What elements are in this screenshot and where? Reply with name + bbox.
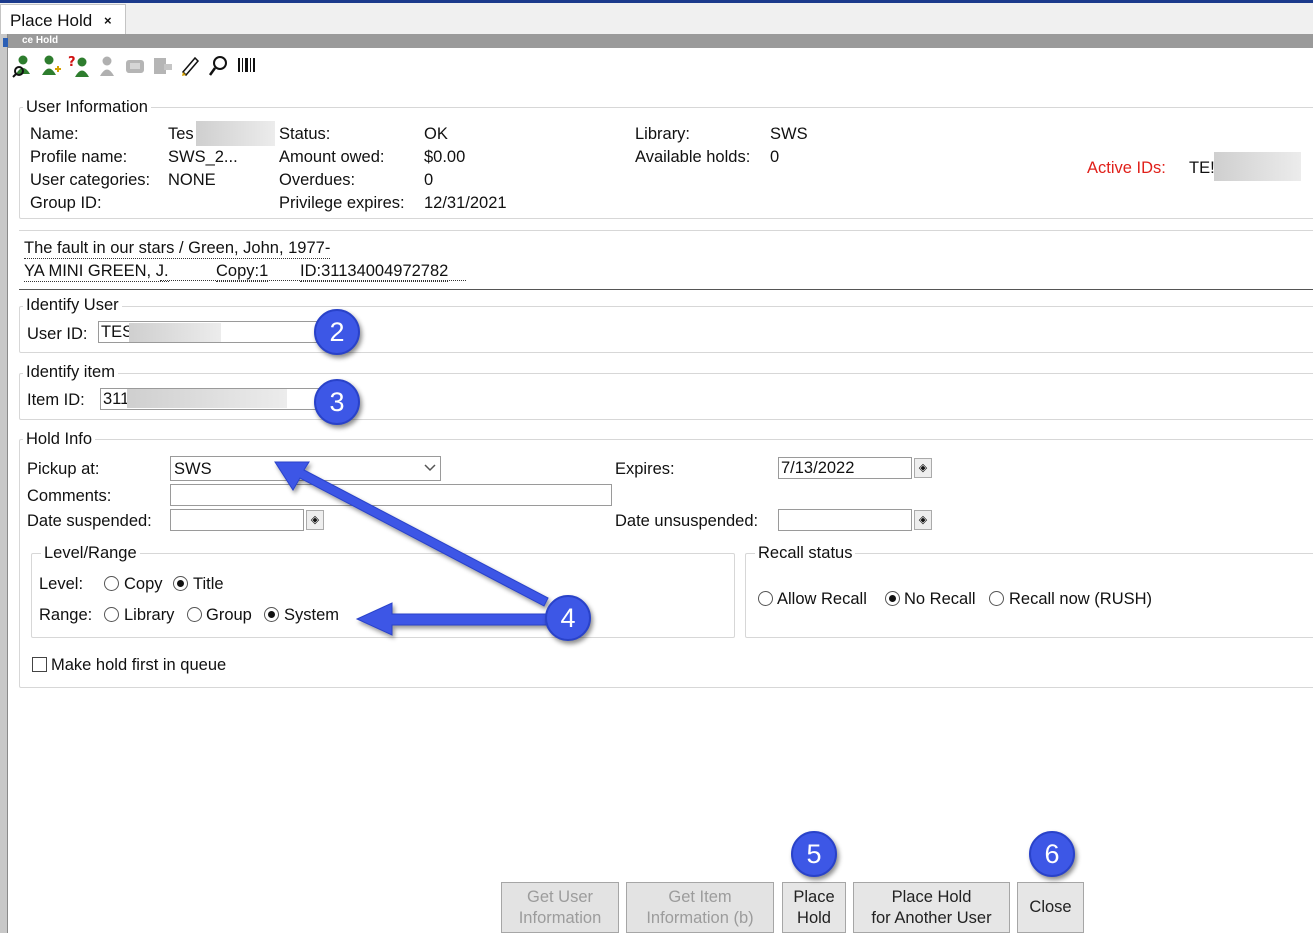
annotation-badge-3: 3 [314,379,360,425]
annotation-badge-2: 2 [314,309,360,355]
arrow-to-range [355,602,549,636]
annotation-badge-5: 5 [791,831,837,877]
annotation-arrows [274,461,549,636]
arrow-to-pickup [274,461,549,607]
annotation-badge-6: 6 [1029,831,1075,877]
annotation-badge-4: 4 [545,595,591,641]
